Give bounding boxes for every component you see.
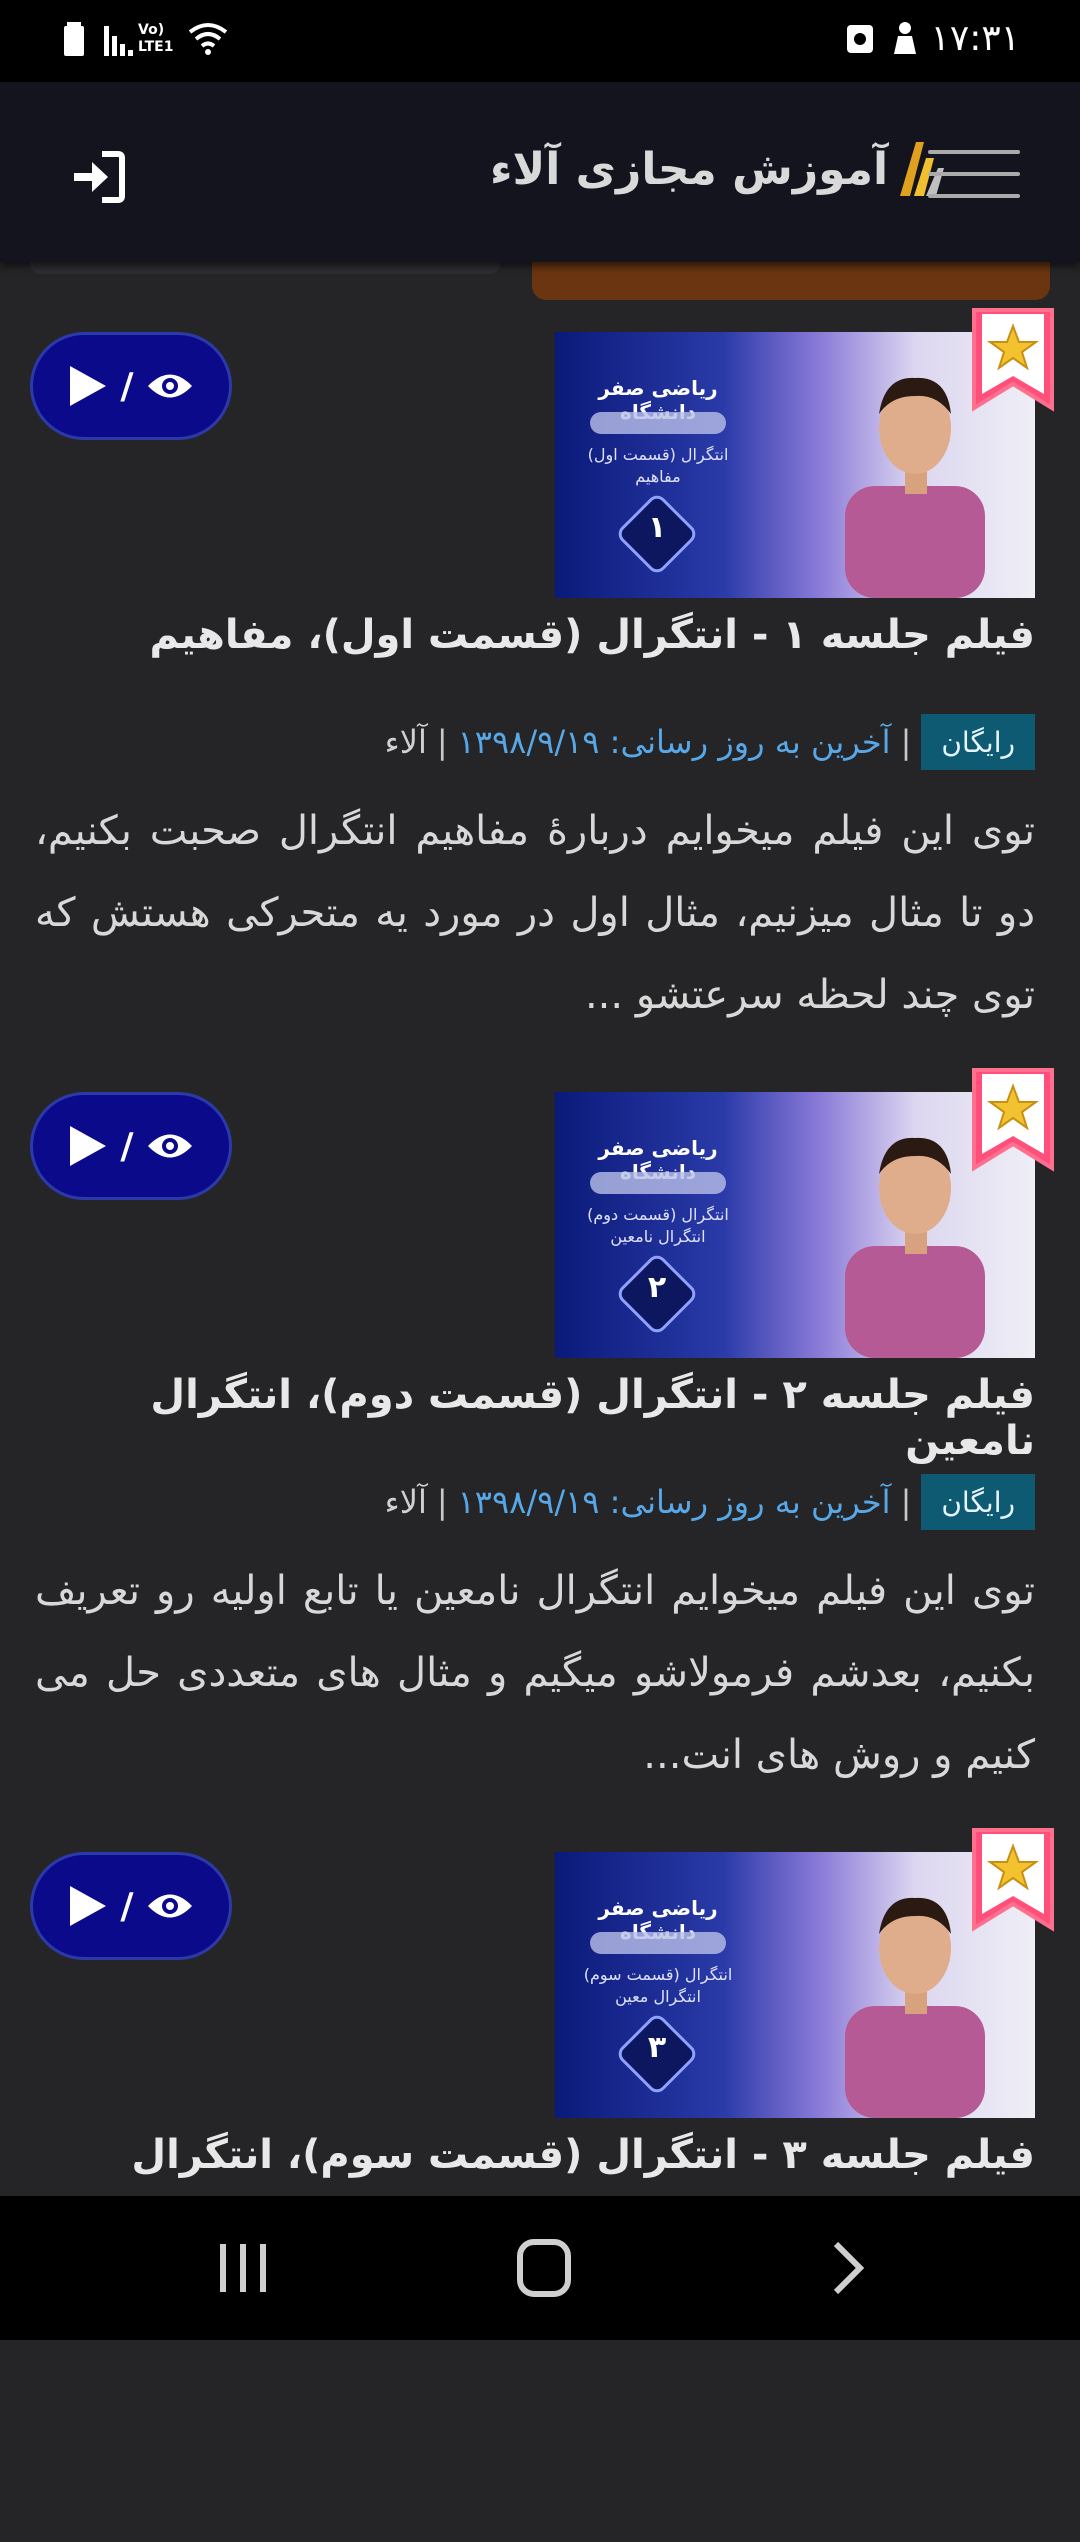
menu-button[interactable] [928,150,1020,200]
app-header: آموزش مجازی آلاء [0,82,1080,262]
thumbnail-subtitle: انتگرال (قسمت سوم) انتگرال معین [583,1965,733,2006]
video-card: / ریاضی صفر دانشگاه انتگرال (قسمت سوم) ا… [0,1782,1080,2542]
session-number: ۳ [647,2030,667,2065]
eye-icon [147,374,192,398]
signal-icon [104,26,133,56]
brand[interactable]: آموزش مجازی آلاء [490,134,946,204]
login-icon [74,151,125,203]
recents-icon[interactable] [218,2242,268,2294]
video-thumbnail[interactable]: ریاضی صفر دانشگاه انتگرال (قسمت دوم) انت… [555,1092,1035,1358]
video-title[interactable]: فیلم جلسه ۲ - انتگرال (قسمت دوم)، انتگرا… [35,1372,1035,1464]
video-card: / ریاضی صفر دانشگاه انتگرال (قسمت دوم) ا… [0,1022,1080,1782]
author: آلاء [384,723,427,761]
updated-date: آخرین به روز رسانی: ۱۳۹۸/۹/۱۹ [457,723,891,761]
video-thumbnail[interactable]: ریاضی صفر دانشگاه انتگرال (قسمت اول) مفا… [555,332,1035,598]
free-badge: رایگان [921,714,1035,770]
screen-record-icon [847,25,873,53]
play-icon [70,366,107,406]
home-icon[interactable] [516,2238,572,2298]
bookmark-icon[interactable] [968,1824,1058,1934]
login-button[interactable] [70,148,128,206]
notification-icon [894,22,916,54]
updated-date: آخرین به روز رسانی: ۱۳۹۸/۹/۱۹ [457,1483,891,1521]
eye-icon [147,1134,192,1158]
video-meta: رایگان | آخرین به روز رسانی: ۱۳۹۸/۹/۱۹ |… [385,714,1035,770]
bookmark-icon[interactable] [968,304,1058,414]
video-thumbnail[interactable]: ریاضی صفر دانشگاه انتگرال (قسمت سوم) انت… [555,1852,1035,2118]
bookmark-icon[interactable] [968,1064,1058,1174]
status-bar: Vo) LTE1 ۱۷:۳۱ [0,0,1080,82]
system-nav-bar [0,2196,1080,2340]
video-meta: رایگان | آخرین به روز رسانی: ۱۳۹۸/۹/۱۹ |… [385,1474,1035,1530]
thumbnail-subtitle: انتگرال (قسمت اول) مفاهیم [587,445,729,486]
brand-title: آموزش مجازی آلاء [490,143,889,195]
play-icon [70,1886,107,1926]
thumbnail-pill [590,412,726,434]
free-badge: رایگان [921,1474,1035,1530]
session-number: ۱ [647,510,667,545]
session-number: ۲ [647,1270,667,1305]
thumbnail-pill [590,1932,726,1954]
status-time: ۱۷:۳۱ [930,18,1020,59]
play-icon [70,1126,107,1166]
back-icon[interactable] [830,2240,866,2296]
hamburger-icon [928,150,1020,198]
watch-button[interactable]: / [30,332,232,440]
watch-button[interactable]: / [30,1092,232,1200]
thumbnail-pill [590,1172,726,1194]
battery-icon [64,22,84,56]
eye-icon [147,1894,192,1918]
video-title[interactable]: فیلم جلسه ۱ - انتگرال (قسمت اول)، مفاهیم [35,612,1035,658]
thumbnail-subtitle: انتگرال (قسمت دوم) انتگرال نامعین [587,1205,729,1246]
video-description: توی این فیلم میخوایم انتگرال نامعین یا ت… [35,1568,1035,1778]
video-card: / ریاضی صفر دانشگاه انتگرال (قسمت اول) م… [0,262,1080,1022]
video-description: توی این فیلم میخوایم دربارۀ مفاهیم انتگر… [35,808,1035,1018]
watch-button[interactable]: / [30,1852,232,1960]
network-label: Vo) LTE1 [138,22,174,55]
author: آلاء [384,1483,427,1521]
wifi-icon [188,23,228,55]
